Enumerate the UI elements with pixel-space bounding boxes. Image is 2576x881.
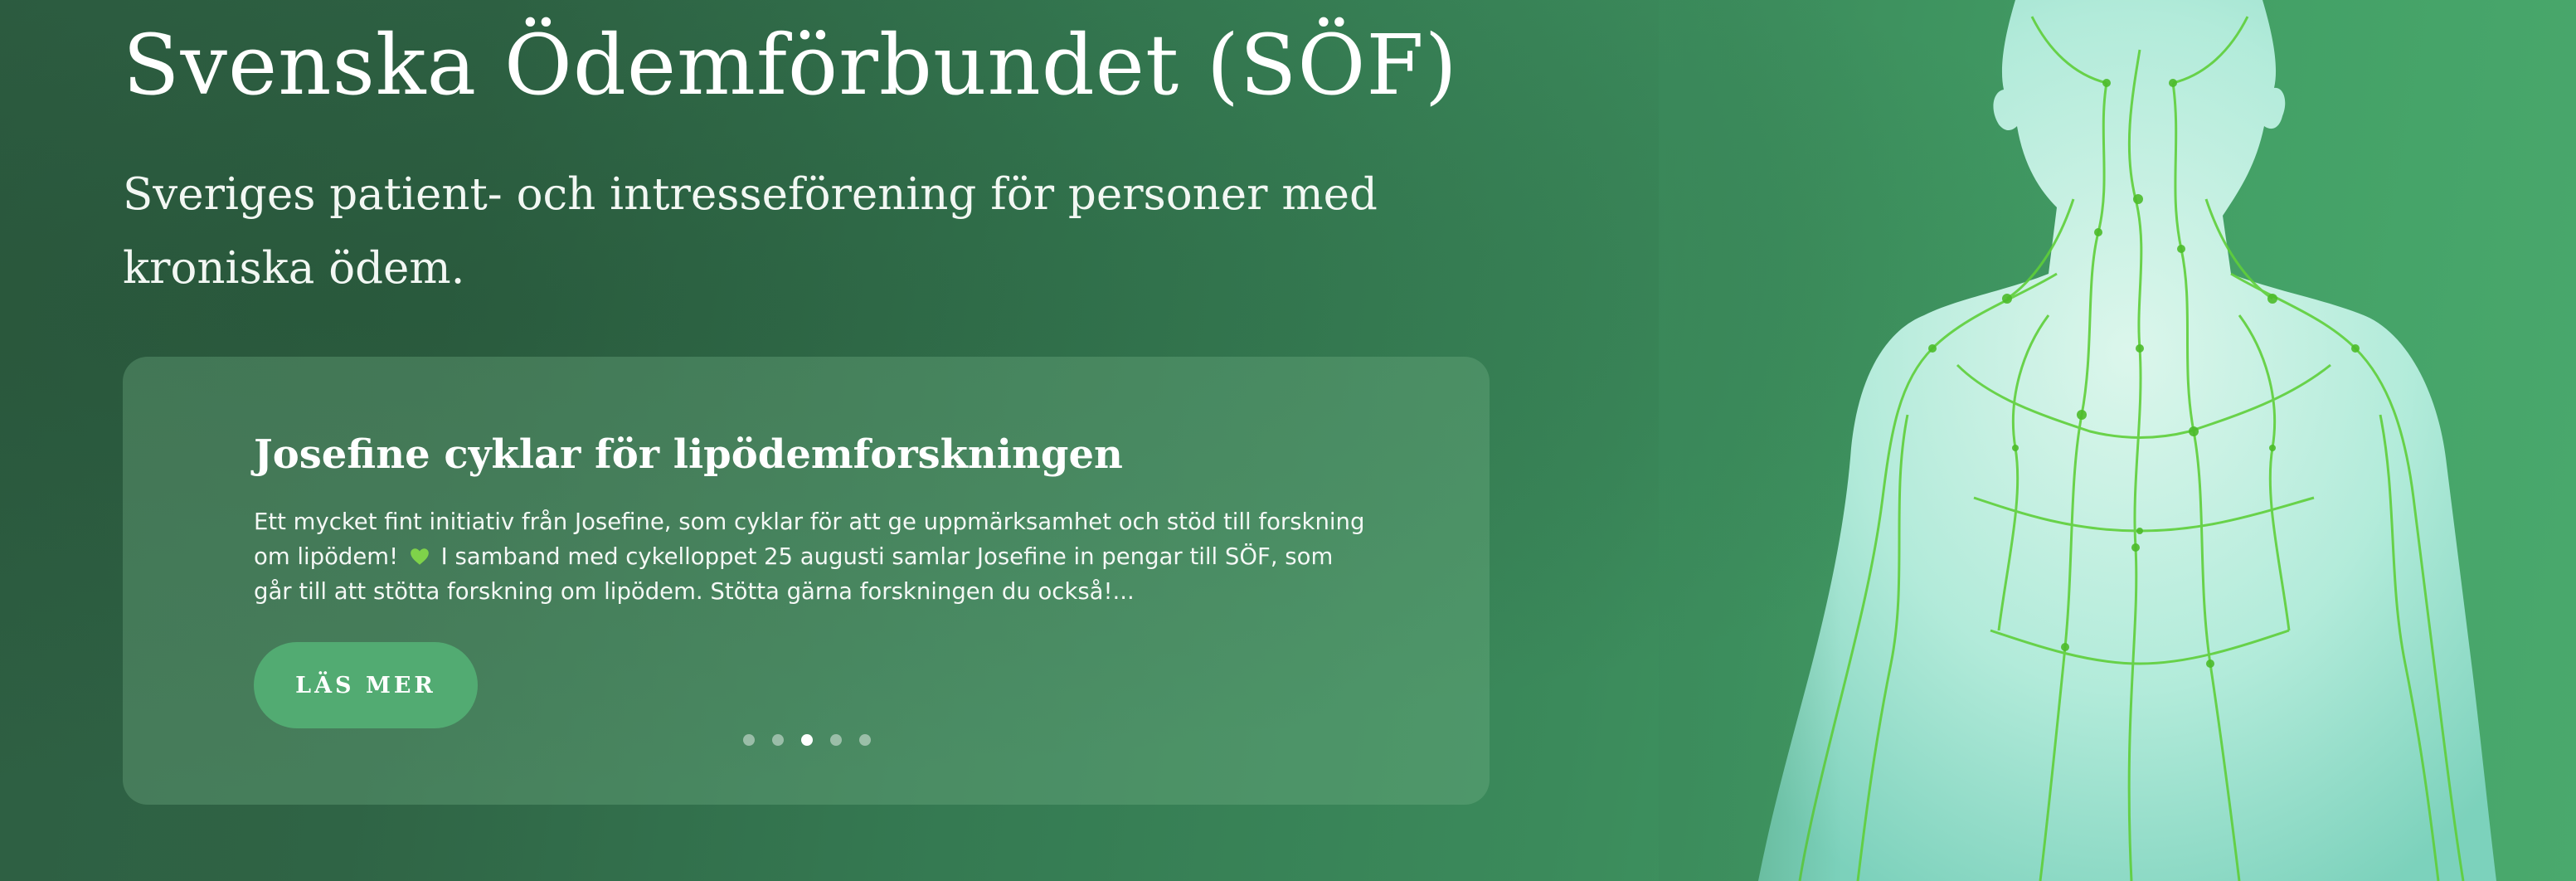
hero-subtitle: Sveriges patient- och intresseförening f… [123, 169, 1378, 294]
green-heart-icon [411, 548, 429, 565]
carousel-dot-4[interactable] [830, 734, 842, 746]
news-title: Josefine cyklar för lipödemforskningen [254, 431, 1123, 478]
lymphatic-system-figure [1659, 0, 2496, 881]
carousel-dot-5[interactable] [859, 734, 871, 746]
carousel-pagination [743, 734, 871, 746]
news-carousel-card: Josefine cyklar för lipödemforskningen E… [123, 357, 1490, 805]
carousel-dot-3[interactable] [801, 734, 813, 746]
carousel-dot-2[interactable] [772, 734, 784, 746]
carousel-dot-1[interactable] [743, 734, 755, 746]
read-more-button[interactable]: LÄS MER [254, 642, 478, 728]
news-excerpt: Ett mycket fint initiativ från Josefine,… [254, 504, 1373, 609]
page-title: Svenska Ödemförbundet (SÖF) [123, 17, 1458, 114]
